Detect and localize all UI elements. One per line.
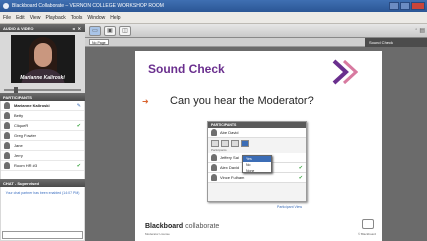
video-feed: Marianne Kaliroski — [10, 35, 75, 83]
participant-name: Betty — [14, 113, 24, 118]
participants-panel-header[interactable]: PARTICIPANTS — [0, 93, 85, 101]
menu-playback[interactable]: Playback — [45, 15, 65, 21]
volume-knob[interactable] — [14, 86, 18, 93]
app-icon — [3, 3, 9, 9]
preview-dropdown: Yes No None — [242, 155, 272, 173]
menu-file[interactable]: File — [3, 15, 11, 21]
avatar — [4, 102, 10, 109]
avatar — [211, 154, 217, 161]
title-bar: Blackboard Collaborate – VERNON COLLEGE … — [0, 0, 427, 12]
preview-tool-icon — [211, 139, 219, 147]
license-label: Moderator License — [145, 232, 170, 236]
check-icon: ✔ — [298, 164, 303, 171]
menu-window[interactable]: Window — [87, 15, 105, 21]
avatar — [4, 112, 10, 119]
avatar — [4, 142, 10, 149]
window-title: Blackboard Collaborate – VERNON COLLEGE … — [12, 3, 164, 9]
avatar — [211, 164, 217, 171]
whiteboard-icon[interactable]: ▭ — [89, 25, 101, 36]
toolbar-right: ◦ ▤ — [415, 27, 427, 34]
status-label: Sound Check — [365, 38, 427, 47]
participants-panel-preview: PARTICIPANTS Abe David Participants Jeff… — [207, 121, 307, 202]
left-panel: AUDIO & VIDEO ◂ ✕ Marianne Kaliroski PAR… — [0, 24, 85, 241]
list-item[interactable]: Marianne Kaliroski ✎ — [1, 101, 84, 111]
video-caption: Marianne Kaliroski — [20, 75, 65, 81]
panel-controls-icon[interactable]: ◂ ✕ — [73, 26, 82, 31]
explorer-icon[interactable]: ▤ — [419, 27, 425, 34]
preview-row: Vince Fulham ✔ — [208, 173, 306, 183]
slide-question: Can you hear the Moderator? — [170, 95, 314, 107]
menu-tools[interactable]: Tools — [71, 15, 83, 21]
check-icon: ✔ — [298, 174, 303, 181]
menu-view[interactable]: View — [30, 15, 41, 21]
avatar — [211, 174, 217, 181]
preview-moderator-name: Abe David — [220, 130, 239, 135]
volume-track[interactable] — [4, 86, 81, 93]
participant-name: Greg Fowler — [14, 133, 37, 138]
list-item[interactable]: Jane — [1, 141, 84, 151]
slide-title: Sound Check — [148, 62, 225, 76]
menu-edit[interactable]: Edit — [16, 15, 25, 21]
list-item[interactable]: Jerry — [1, 151, 84, 161]
volume-slider[interactable] — [4, 86, 81, 93]
video-panel-header[interactable]: AUDIO & VIDEO ◂ ✕ — [0, 24, 85, 32]
page-select[interactable]: No Page — [89, 39, 109, 45]
avatar — [211, 129, 217, 136]
participant-name: CliqueR — [14, 123, 29, 128]
logo-product: collaborate — [185, 223, 220, 230]
preview-tool-icon — [241, 139, 249, 147]
preview-tools — [208, 138, 306, 148]
close-button[interactable] — [411, 2, 425, 10]
content-toolbar: ▭ ▣ ◫ ◦ ▤ — [85, 24, 427, 38]
edit-icon: ✎ — [76, 102, 81, 109]
preview-tool-icon — [221, 139, 229, 147]
preview-name: Jeffery Sai — [220, 155, 239, 160]
avatar — [4, 132, 10, 139]
chat-message: Your chat partner has been enabled (14:0… — [5, 191, 80, 195]
chat-input[interactable] — [2, 231, 83, 239]
dropdown-option: None — [246, 169, 255, 173]
preview-name: Alex David — [220, 165, 240, 170]
preview-moderator-row: Abe David — [208, 128, 306, 138]
app-share-icon[interactable]: ▣ — [104, 25, 116, 36]
video-panel-title: AUDIO & VIDEO — [3, 25, 34, 31]
chat-panel-title: CHAT - Supervised — [3, 180, 39, 186]
participant-name: Jerry — [14, 153, 23, 158]
chat-panel-header[interactable]: CHAT - Supervised — [0, 179, 85, 187]
blackboard-logo: Blackboard collaborate — [145, 223, 219, 230]
speech-bubble-icon — [362, 219, 374, 229]
minimize-button[interactable] — [389, 2, 399, 10]
window-controls — [389, 2, 425, 10]
check-icon: ✔ — [76, 162, 81, 169]
whiteboard-canvas[interactable]: Sound Check ➜ Can you hear the Moderator… — [85, 47, 427, 241]
check-icon: ✔ — [76, 122, 81, 129]
preview-tool-icon — [231, 139, 239, 147]
list-item[interactable]: Betty — [1, 111, 84, 121]
participants-list: Marianne Kaliroski ✎ Betty CliqueR ✔ Gre… — [1, 101, 84, 179]
maximize-button[interactable] — [400, 2, 410, 10]
tools-icon[interactable]: ◦ — [415, 27, 417, 34]
avatar — [4, 162, 10, 169]
participant-name: Room HR #3 — [14, 163, 38, 168]
menu-bar: File Edit View Playback Tools Window Hel… — [0, 12, 427, 24]
slide: Sound Check ➜ Can you hear the Moderator… — [135, 51, 382, 241]
slide-copyright: © Blackboard — [357, 232, 376, 236]
web-tour-icon[interactable]: ◫ — [119, 25, 131, 36]
menu-help[interactable]: Help — [110, 15, 120, 21]
video-person-face — [33, 43, 52, 67]
list-item[interactable]: CliqueR ✔ — [1, 121, 84, 131]
arrow-icon: ➜ — [142, 97, 149, 106]
whiteboard-area: ▭ ▣ ◫ ◦ ▤ No Page Sound Check Sound Chec… — [85, 24, 427, 241]
participant-name: Jane — [14, 143, 23, 148]
avatar — [4, 122, 10, 129]
participant-name: Marianne Kaliroski — [14, 103, 50, 108]
preview-name: Vince Fulham — [220, 175, 245, 180]
preview-caption: Participant View — [277, 205, 303, 209]
list-item[interactable]: Room HR #3 ✔ — [1, 161, 84, 171]
participants-panel-title: PARTICIPANTS — [3, 94, 32, 100]
avatar — [4, 152, 10, 159]
chevron-logo-icon — [332, 59, 358, 85]
logo-brand: Blackboard — [145, 223, 184, 230]
list-item[interactable]: Greg Fowler — [1, 131, 84, 141]
